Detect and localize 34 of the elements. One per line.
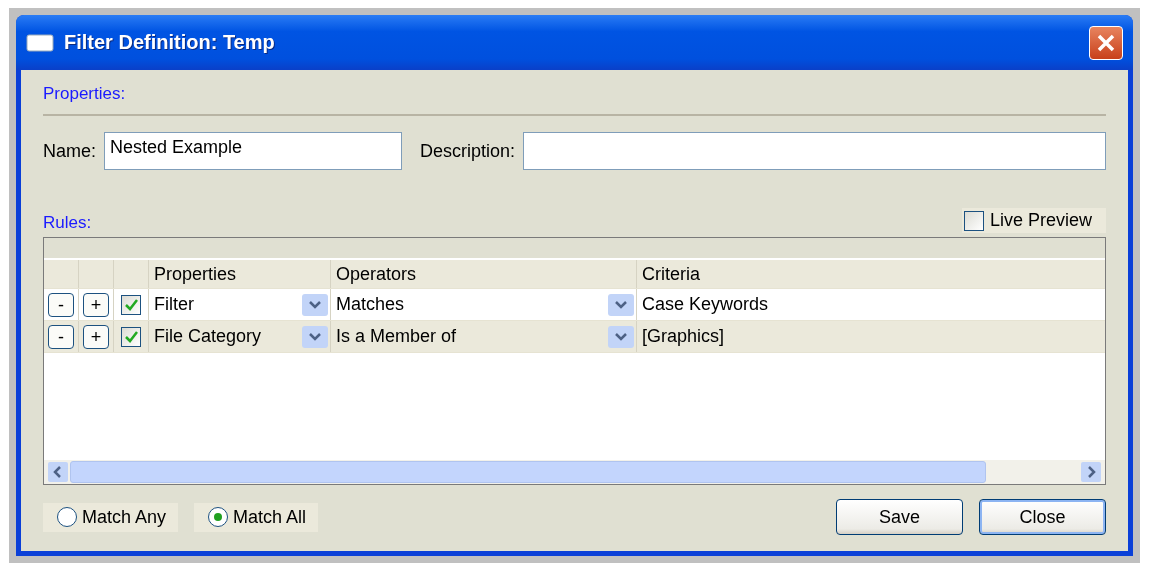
remove-rule-button[interactable]: - xyxy=(48,324,74,349)
add-rule-button[interactable]: + xyxy=(83,292,109,317)
column-header[interactable]: Properties xyxy=(149,260,331,288)
table-cell: Is a Member of xyxy=(336,326,457,347)
table-cell: Matches xyxy=(336,294,405,315)
scroll-right-icon[interactable] xyxy=(1081,462,1101,482)
scroll-left-icon[interactable] xyxy=(48,462,68,482)
table-cell: Filter xyxy=(154,294,194,315)
window-title: Filter Definition: Temp xyxy=(64,31,275,54)
name-label: Name: xyxy=(43,140,96,162)
enabled-checkbox[interactable] xyxy=(121,326,141,347)
section-heading: Rules: xyxy=(43,213,92,233)
description-field[interactable] xyxy=(523,132,1106,170)
window-icon xyxy=(26,33,54,52)
table-cell: [Graphics] xyxy=(642,326,725,347)
horizontal-scrollbar[interactable] xyxy=(44,460,1105,484)
name-field[interactable]: Nested Example xyxy=(104,132,402,170)
table-cell: File Category xyxy=(154,326,262,347)
match-radio-button[interactable]: Match All xyxy=(194,502,319,532)
radio-circle[interactable] xyxy=(208,507,229,527)
section-heading: Properties: xyxy=(43,84,127,104)
enabled-checkbox[interactable] xyxy=(121,294,141,315)
column-header[interactable]: Operators xyxy=(331,260,637,288)
close-icon[interactable] xyxy=(1089,25,1123,60)
table-cell: Case Keywords xyxy=(642,294,769,315)
add-rule-button[interactable]: + xyxy=(83,324,109,349)
radio-circle[interactable] xyxy=(57,507,77,527)
save-button[interactable]: Save xyxy=(836,499,963,535)
close-button[interactable]: Close xyxy=(979,499,1106,535)
live-preview-checkbox[interactable]: Live Preview xyxy=(961,208,1106,233)
description-label: Description: xyxy=(420,140,516,162)
remove-rule-button[interactable]: - xyxy=(48,292,74,317)
column-header[interactable]: Criteria xyxy=(637,260,1105,288)
match-radio-button[interactable]: Match Any xyxy=(43,502,179,532)
